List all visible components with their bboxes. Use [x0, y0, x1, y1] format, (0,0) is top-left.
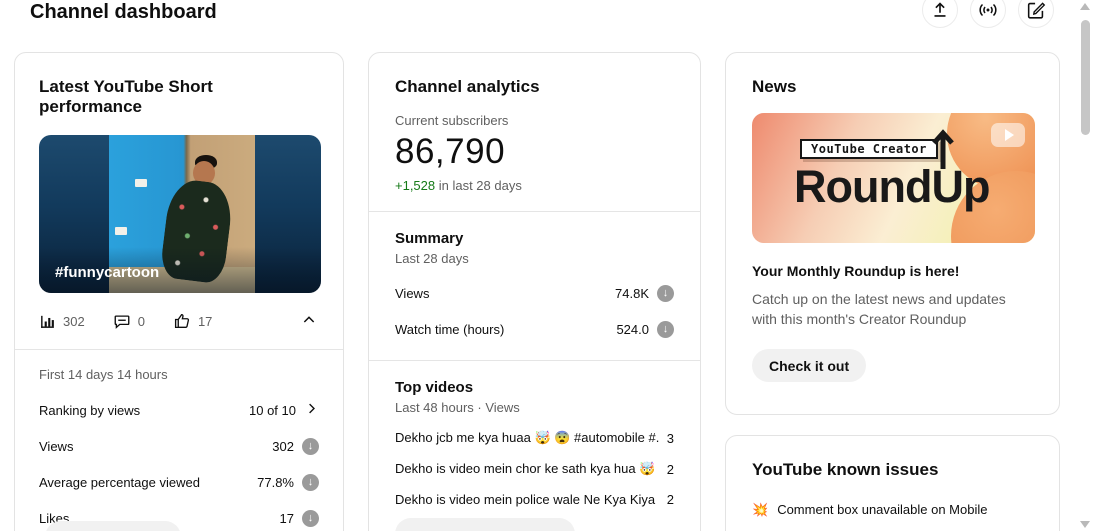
bar-chart-icon [39, 313, 56, 330]
scrollbar-thumb[interactable] [1081, 20, 1090, 135]
page-title: Channel dashboard [30, 1, 217, 23]
channel-dashboard-page: Channel dashboard Latest YouTube Short p… [0, 0, 1094, 531]
thumbnail-hashtag: #funnycartoon [55, 264, 160, 281]
top-video-title: Dekho is video mein chor ke sath kya hua… [395, 461, 659, 476]
creator-roundup-banner[interactable]: YouTube Creator RoundUp [752, 113, 1035, 243]
circle-down-arrow-icon: ↓ [302, 510, 319, 527]
upload-arrow-icon [929, 0, 951, 21]
thumbnail-wall-switch [135, 179, 147, 187]
up-arrow-icon [930, 127, 956, 176]
news-headline: Your Monthly Roundup is here! [752, 263, 960, 279]
known-issues-card: YouTube known issues 💥 Comment box unava… [725, 435, 1060, 531]
circle-down-arrow-icon: ↓ [302, 438, 319, 455]
short-comments-count: 0 [137, 313, 145, 329]
divider [369, 360, 700, 361]
latest-short-performance-card: Latest YouTube Short performance #funnyc… [14, 52, 344, 531]
thumbs-up-icon [173, 312, 191, 330]
metric-value: 77.8% [257, 475, 294, 490]
header: Channel dashboard [0, 0, 1094, 44]
divider [15, 349, 343, 350]
short-views-stat: 302 [39, 313, 85, 330]
circle-down-arrow-icon: ↓ [657, 321, 674, 338]
summary-row-label: Views [395, 286, 430, 301]
metric-value: 302 [272, 439, 294, 454]
chevron-right-icon [304, 401, 319, 419]
page-scrollbar[interactable] [1077, 0, 1094, 531]
subscribers-delta-suffix: in last 28 days [435, 178, 522, 193]
issue-row[interactable]: 💥 Comment box unavailable on Mobile [752, 502, 1033, 518]
short-views-count: 302 [63, 313, 85, 329]
metric-row-avg-percentage: Average percentage viewed 77.8% ↓ [39, 474, 319, 491]
metric-row-ranking[interactable]: Ranking by views 10 of 10 [39, 401, 319, 419]
channel-analytics-card: Channel analytics Current subscribers 86… [368, 52, 701, 531]
create-post-button[interactable] [1018, 0, 1054, 28]
summary-title: Summary [395, 230, 464, 247]
summary-period: Last 28 days [395, 251, 469, 266]
current-subscribers-count: 86,790 [395, 132, 506, 171]
top-video-title: Dekho jcb me kya huaa 🤯 😨 #automobile #.… [395, 430, 659, 445]
broadcast-icon [977, 0, 999, 21]
go-to-channel-analytics-button[interactable] [395, 518, 575, 531]
top-video-title: Dekho is video mein police wale Ne Kya K… [395, 492, 659, 507]
short-comments-stat: 0 [113, 312, 145, 330]
youtube-creator-badge: YouTube Creator [800, 139, 938, 159]
short-likes-count: 17 [197, 313, 213, 329]
divider [369, 211, 700, 212]
subscribers-delta: +1,528 in last 28 days [395, 178, 674, 193]
short-thumbnail[interactable]: #funnycartoon [39, 135, 321, 293]
thumbnail-wall-switch [115, 227, 127, 235]
summary-row-views: Views 74.8K ↓ [395, 285, 674, 302]
scrollbar-down-arrow[interactable] [1080, 521, 1090, 528]
top-video-row[interactable]: Dekho is video mein police wale Ne Kya K… [395, 492, 674, 507]
metric-label: Views [39, 439, 74, 454]
scrollbar-up-arrow[interactable] [1080, 3, 1090, 10]
short-card-title: Latest YouTube Short performance [39, 77, 213, 116]
news-card-title: News [752, 77, 797, 96]
metric-row-views: Views 302 ↓ [39, 438, 319, 455]
issue-text: Comment box unavailable on Mobile [777, 502, 988, 517]
metric-label: Average percentage viewed [39, 475, 200, 490]
summary-row-watch-time: Watch time (hours) 524.0 ↓ [395, 321, 674, 338]
circle-down-arrow-icon: ↓ [657, 285, 674, 302]
play-button-icon [991, 123, 1025, 147]
top-video-views: 2 [666, 461, 674, 477]
short-stats-row: 302 0 17 [39, 309, 319, 333]
edit-pencil-icon [1025, 0, 1047, 21]
summary-row-value: 524.0 [616, 322, 649, 337]
known-issues-title: YouTube known issues [752, 460, 939, 479]
chevron-up-icon [301, 315, 317, 331]
top-videos-period: Last 48 hours · Views [395, 400, 520, 415]
go-live-button[interactable] [970, 0, 1006, 28]
header-actions [922, 0, 1054, 28]
top-video-row[interactable]: Dekho jcb me kya huaa 🤯 😨 #automobile #.… [395, 430, 674, 446]
short-card-action-button[interactable] [45, 521, 181, 531]
top-videos-title: Top videos [395, 379, 474, 396]
circle-down-arrow-icon: ↓ [302, 474, 319, 491]
metric-value: 17 [279, 511, 294, 526]
news-body: Catch up on the latest news and updates … [752, 291, 1006, 327]
metric-label: Ranking by views [39, 402, 141, 418]
metric-value: 10 of 10 [249, 402, 296, 418]
summary-row-value: 74.8K [615, 286, 649, 301]
news-card: News YouTube Creator RoundUp Your Monthl… [725, 52, 1060, 415]
collision-emoji-icon: 💥 [752, 502, 769, 517]
subscribers-delta-value: +1,528 [395, 178, 436, 193]
upload-video-button[interactable] [922, 0, 958, 28]
top-video-row[interactable]: Dekho is video mein chor ke sath kya hua… [395, 461, 674, 477]
current-subscribers-label: Current subscribers [395, 113, 509, 128]
summary-row-label: Watch time (hours) [395, 322, 505, 337]
top-video-views: 2 [666, 492, 674, 507]
analytics-card-title: Channel analytics [395, 77, 540, 96]
short-period-label: First 14 days 14 hours [39, 367, 168, 382]
top-video-views: 3 [666, 430, 674, 446]
collapse-card-button[interactable] [299, 310, 319, 333]
check-it-out-button[interactable]: Check it out [752, 349, 867, 382]
short-likes-stat: 17 [173, 312, 212, 330]
roundup-wordmark: RoundUp [794, 161, 990, 212]
comment-icon [113, 312, 131, 330]
